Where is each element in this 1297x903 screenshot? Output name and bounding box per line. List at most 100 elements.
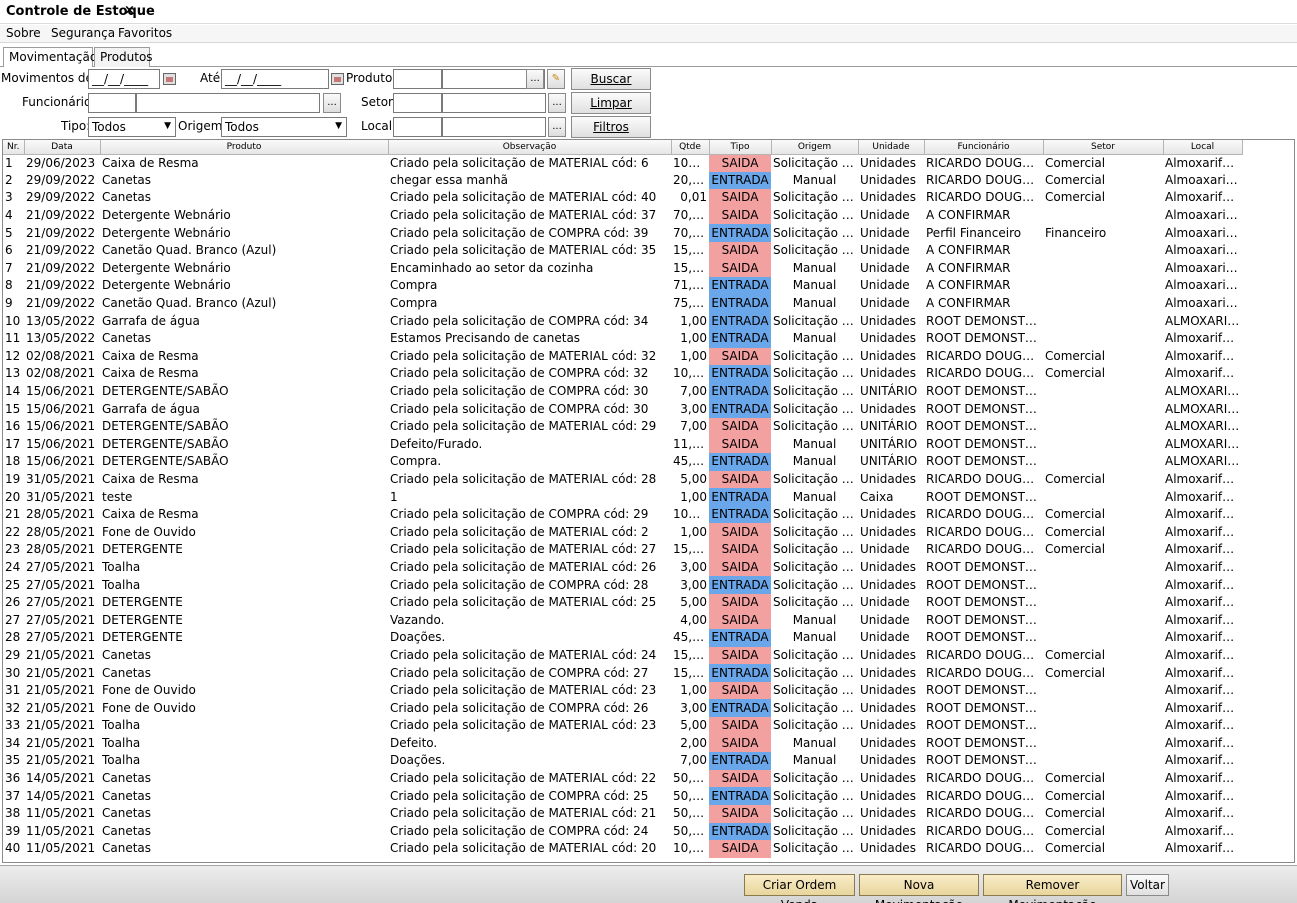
cell-setor <box>1043 682 1163 700</box>
local-code-input[interactable] <box>393 117 442 137</box>
table-row[interactable]: 9 21/09/2022 Canetão Quad. Branco (Azul) Co… <box>3 294 1242 313</box>
table-row[interactable]: 15 15/06/2021 Garrafa de água Criado pela s… <box>3 400 1242 418</box>
cell-unidade: Unidades <box>860 172 916 187</box>
column-header-origem[interactable]: Origem <box>771 140 859 155</box>
column-header-data[interactable]: Data <box>24 140 101 155</box>
table-row[interactable]: 5 21/09/2022 Detergente Webnário Criado pel… <box>3 224 1242 242</box>
table-row[interactable]: 21 28/05/2021 Caixa de Resma Criado pela so… <box>3 505 1242 524</box>
cell-setor: Comercial <box>1045 788 1106 803</box>
setor-code-input[interactable] <box>393 93 442 113</box>
table-row[interactable]: 2 29/09/2022 Canetas chegar essa manhã 20,00… <box>3 171 1242 190</box>
column-header-funcionario[interactable]: Funcionário <box>924 140 1044 155</box>
table-row[interactable]: 20 31/05/2021 teste 1 1,00 ENTRADA Manual Caixa… <box>3 488 1242 506</box>
setor-search-button[interactable]: ... <box>548 93 566 113</box>
menu-favoritos[interactable]: Favoritos <box>118 26 172 40</box>
table-row[interactable]: 25 27/05/2021 Toalha Criado pela solicitaçã… <box>3 576 1242 594</box>
table-row[interactable]: 33 21/05/2021 Toalha Criado pela solicitaçã… <box>3 717 1242 735</box>
menu-sobre[interactable]: Sobre <box>6 26 41 40</box>
funcionario-search-button[interactable]: ... <box>323 93 341 113</box>
setor-name-input[interactable] <box>442 93 546 113</box>
cell-observacao: Criado pela solicitação de COMPRA cód: 2… <box>390 700 649 715</box>
table-row[interactable]: 38 11/05/2021 Canetas Criado pela solicitaç… <box>3 804 1242 823</box>
table-row[interactable]: 6 21/09/2022 Canetão Quad. Branco (Azul) Cr… <box>3 241 1242 260</box>
table-row[interactable]: 8 21/09/2022 Detergente Webnário Compra 71,0… <box>3 277 1242 295</box>
table-row[interactable]: 30 21/05/2021 Canetas Criado pela solicitaç… <box>3 664 1242 682</box>
menu-seguranca[interactable]: Segurança <box>51 26 115 40</box>
table-row[interactable]: 19 31/05/2021 Caixa de Resma Criado pela so… <box>3 470 1242 489</box>
cell-tipo: SAIDA <box>709 681 771 700</box>
tipo-select[interactable]: Todos ▼ <box>88 117 176 137</box>
table-row[interactable]: 24 27/05/2021 Toalha Criado pela solicitaçã… <box>3 558 1242 577</box>
table-row[interactable]: 37 14/05/2021 Canetas Criado pela solicitaç… <box>3 787 1242 805</box>
table-row[interactable]: 16 15/06/2021 DETERGENTE/SABÃO Criado pela … <box>3 417 1242 436</box>
table-row[interactable]: 39 11/05/2021 Canetas Criado pela solicitaç… <box>3 822 1242 841</box>
column-header-qtde[interactable]: Qtde <box>671 140 710 155</box>
table-row[interactable]: 14 15/06/2021 DETERGENTE/SABÃO Criado pela … <box>3 382 1242 401</box>
movements-grid[interactable]: Nr. Data Produto Observação Qtde Tipo Origem Un… <box>2 139 1295 863</box>
cell-produto: DETERGENTE/SABÃO <box>102 436 229 451</box>
cell-nr: 22 <box>5 524 21 539</box>
cell-origem: Solicitação Ma... <box>773 243 858 258</box>
cell-tipo: ENTRADA <box>709 400 771 418</box>
calendar-icon[interactable] <box>331 73 344 85</box>
column-header-setor[interactable]: Setor <box>1043 140 1164 155</box>
cell-local: Almoxarifado <box>1165 823 1242 838</box>
limpar-button[interactable]: Limpar <box>571 92 651 114</box>
tab-produtos[interactable]: Produtos <box>94 47 153 67</box>
filtros-button[interactable]: Filtros <box>571 116 651 138</box>
local-search-button[interactable]: ... <box>548 117 566 137</box>
column-header-local[interactable]: Local <box>1163 140 1243 155</box>
buscar-button[interactable]: Buscar <box>571 68 651 90</box>
table-row[interactable]: 3 29/09/2022 Canetas Criado pela solicitaçã… <box>3 189 1242 207</box>
table-row[interactable]: 18 15/06/2021 DETERGENTE/SABÃO Compra. 45,00… <box>3 453 1242 471</box>
column-header-observacao[interactable]: Observação <box>388 140 672 155</box>
cell-tipo: SAIDA <box>709 241 771 260</box>
pencil-icon[interactable]: ✎ <box>547 69 565 89</box>
criar-ordem-venda-button[interactable]: Criar Ordem Venda <box>744 874 855 903</box>
movimentos-de-input[interactable]: __/__/____ <box>88 69 160 89</box>
cell-nr: 31 <box>5 683 21 698</box>
table-row[interactable]: 7 21/09/2022 Detergente Webnário Encaminhad… <box>3 259 1242 278</box>
column-header-nr[interactable]: Nr. <box>3 140 25 155</box>
produto-search-button[interactable]: ... <box>526 69 544 89</box>
funcionario-code-input[interactable] <box>88 93 136 113</box>
table-row[interactable]: 32 21/05/2021 Fone de Ouvido Criado pela so… <box>3 699 1242 717</box>
table-row[interactable]: 26 27/05/2021 DETERGENTE Criado pela solici… <box>3 593 1242 612</box>
column-header-produto[interactable]: Produto <box>100 140 389 155</box>
calendar-icon[interactable] <box>163 73 176 85</box>
column-header-tipo[interactable]: Tipo <box>709 140 772 155</box>
column-header-unidade[interactable]: Unidade <box>858 140 925 155</box>
cell-tipo: SAIDA <box>709 435 771 454</box>
table-row[interactable]: 29 21/05/2021 Canetas Criado pela solicitaç… <box>3 646 1242 665</box>
cell-produto: Canetas <box>102 190 152 205</box>
close-icon[interactable]: × <box>124 3 135 18</box>
ate-input[interactable]: __/__/____ <box>221 69 329 89</box>
table-row[interactable]: 11 13/05/2022 Canetas Estamos Precisando de… <box>3 329 1242 348</box>
table-row[interactable]: 27 27/05/2021 DETERGENTE Vazando. 4,00 SAIDA M… <box>3 611 1242 630</box>
table-row[interactable]: 31 21/05/2021 Fone de Ouvido Criado pela so… <box>3 681 1242 700</box>
table-row[interactable]: 22 28/05/2021 Fone de Ouvido Criado pela so… <box>3 523 1242 542</box>
table-row[interactable]: 13 02/08/2021 Caixa de Resma Criado pela so… <box>3 365 1242 383</box>
table-row[interactable]: 1 29/06/2023 Caixa de Resma Criado pela sol… <box>3 154 1242 172</box>
table-row[interactable]: 36 14/05/2021 Canetas Criado pela solicitaç… <box>3 769 1242 788</box>
cell-local: ALMOXARIF... <box>1165 401 1242 416</box>
cell-qtde: 3,00 <box>680 559 707 574</box>
table-row[interactable]: 35 21/05/2021 Toalha Doações. 7,00 ENTRADA Man… <box>3 752 1242 770</box>
table-row[interactable]: 17 15/06/2021 DETERGENTE/SABÃO Defeito/Fura… <box>3 435 1242 454</box>
menu-bar: Sobre Segurança Favoritos <box>0 25 1297 43</box>
produto-code-input[interactable] <box>393 69 442 89</box>
table-row[interactable]: 23 28/05/2021 DETERGENTE Criado pela solici… <box>3 541 1242 559</box>
tab-movimentacao[interactable]: Movimentação <box>3 47 97 68</box>
local-name-input[interactable] <box>442 117 546 137</box>
remover-movimentacao-button[interactable]: Remover Movimentação <box>983 874 1122 903</box>
table-row[interactable]: 4 21/09/2022 Detergente Webnário Criado pel… <box>3 206 1242 225</box>
voltar-button[interactable]: Voltar <box>1126 874 1169 896</box>
table-row[interactable]: 40 11/05/2021 Canetas Criado pela solicitaç… <box>3 840 1242 858</box>
origem-select[interactable]: Todos ▼ <box>221 117 347 137</box>
table-row[interactable]: 28 27/05/2021 DETERGENTE Doações. 45,00 ENTRA… <box>3 629 1242 647</box>
nova-movimentacao-button[interactable]: Nova Movimentação <box>859 874 979 903</box>
table-row[interactable]: 34 21/05/2021 Toalha Defeito. 2,00 SAIDA Manua… <box>3 734 1242 753</box>
funcionario-name-input[interactable] <box>136 93 320 113</box>
table-row[interactable]: 12 02/08/2021 Caixa de Resma Criado pela so… <box>3 347 1242 366</box>
table-row[interactable]: 10 13/05/2022 Garrafa de água Criado pela s… <box>3 312 1242 330</box>
